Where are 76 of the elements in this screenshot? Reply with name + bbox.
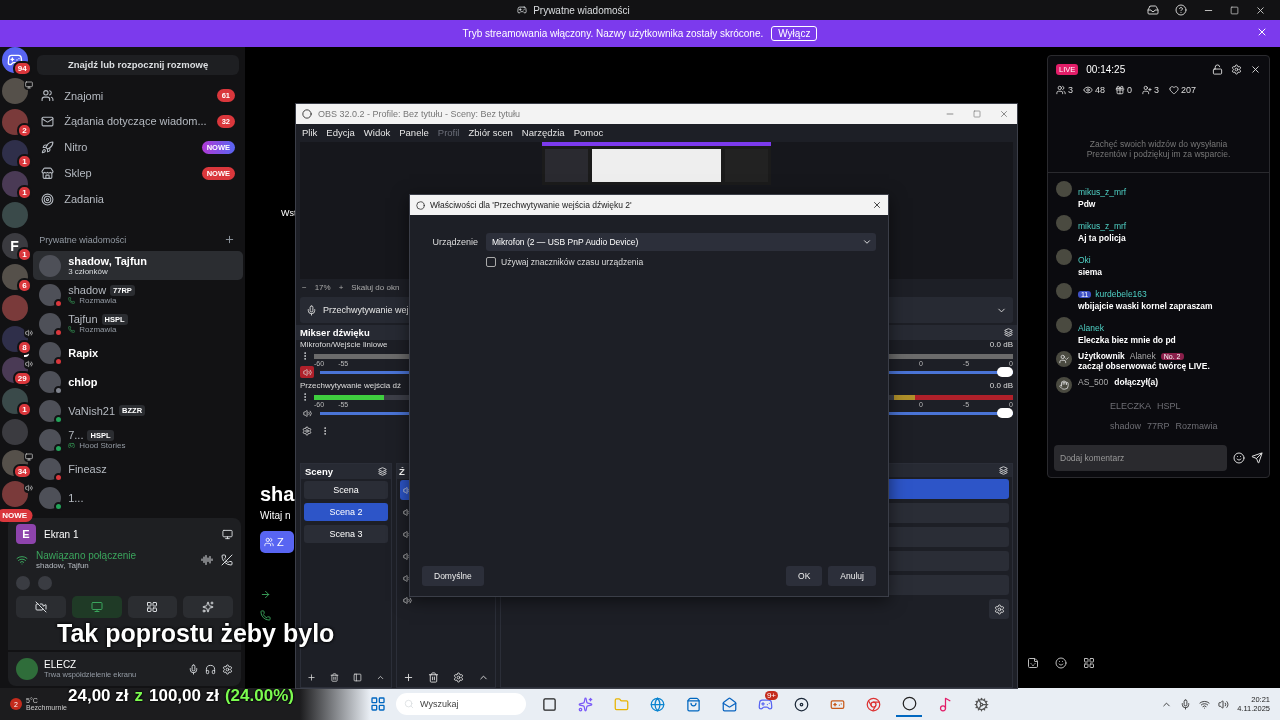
profile-name: sha — [260, 483, 295, 506]
goal-current: 24,00 zł — [68, 686, 129, 706]
db-reading: 0.0 dB — [989, 340, 1013, 349]
checkbox-label: Używaj znaczników czasu urządzenia — [501, 257, 644, 267]
panel-title: Sceny — [305, 466, 333, 477]
unread-count: 1 — [17, 154, 32, 169]
window-title: Prywatne wiadomości — [533, 4, 630, 16]
contact-status: Rozmawia — [79, 325, 117, 335]
contact-name: shadow, Tajfun — [68, 255, 148, 268]
dialog-title: Właściwości dla 'Przechwytywanie wejścia dźwięku 2' — [430, 200, 633, 210]
nav-label: Zadania — [64, 193, 105, 206]
contact-name: VaNish21 — [68, 404, 116, 417]
nav-label: Znajomi — [64, 89, 105, 102]
contact-name: Tajfun — [68, 313, 98, 326]
call-members: shadow, Tajfun — [36, 561, 90, 570]
contact-name: chlop — [68, 375, 98, 388]
stat-value: 3 — [1068, 85, 1073, 95]
unread-count: 1 — [17, 185, 32, 200]
unread-count: 2 — [17, 123, 32, 138]
stat-value: 0 — [1127, 85, 1133, 95]
goal-separator: z — [134, 686, 143, 706]
comment-text: wbijajcie waski kornel zapraszam — [1078, 301, 1213, 311]
zoom-level: 17% — [314, 282, 331, 292]
panel-title: Mikser dźwięku — [300, 327, 370, 338]
nav-label: Sklep — [64, 167, 93, 180]
contact-status: Rozmawia — [79, 296, 117, 306]
goal-target: 100,00 zł — [149, 686, 219, 706]
unread-count: 6 — [17, 278, 32, 293]
goal-percent: (24.00%) — [224, 686, 294, 706]
comment-text: Aj ta policja — [1078, 233, 1127, 243]
stream-caption: Tak poprostu żeby bylo — [57, 621, 335, 646]
join-text: dołączył(a) — [1114, 377, 1159, 387]
new-label: NOWE — [0, 509, 34, 522]
nav-label: Nitro — [64, 141, 89, 154]
faded-name: shadow — [1110, 421, 1142, 431]
welcome-text: Witaj n — [260, 510, 291, 521]
window-title: OBS 32.0.2 - Profile: Bez tytułu - Sceny: Bez tytułu — [318, 109, 522, 119]
stat-value: 3 — [1154, 85, 1160, 95]
contact-name: shadow — [68, 284, 107, 297]
contact-status: 3 członków — [68, 267, 108, 277]
nav-label: Żądania dotyczące wiadom... — [64, 115, 207, 128]
comment-text: siema — [1078, 267, 1103, 277]
connection-status: Nawiązano połączenie — [36, 550, 138, 561]
banner-text: Tryb streamowania włączony. Nazwy użytkownika zostały skrócone. — [462, 28, 764, 39]
stream-timer: 00:14:25 — [1086, 64, 1127, 75]
source-name: Przechwytywanie wej — [323, 305, 410, 315]
comment-text: Pdw — [1078, 199, 1097, 209]
stat-value: 207 — [1181, 85, 1197, 95]
section-heading: Prywatne wiadomości — [39, 234, 127, 245]
comment-text: Eleczka biez mnie do pd — [1078, 335, 1176, 345]
notification-badge: 9+ — [764, 691, 778, 700]
faded-tag: HSPL — [1157, 401, 1181, 411]
unread-count: 1 — [17, 402, 32, 417]
contact-status: Hood Stories — [79, 441, 126, 451]
stream-title: Ekran 1 — [44, 528, 80, 540]
field-label: Urządzenie — [431, 237, 478, 247]
unread-count: 8 — [17, 340, 32, 355]
username: ELECZ — [44, 659, 78, 670]
db-reading: 0.0 dB — [989, 381, 1013, 390]
panel-title: Ź — [399, 466, 405, 477]
follow-text: Użytkownik — [1078, 351, 1125, 361]
unread-count: 1 — [17, 247, 32, 262]
stream-thumbnail: E — [16, 524, 36, 544]
contact-name: 7... — [68, 429, 84, 442]
stat-value: 48 — [1095, 85, 1106, 95]
faded-name: ELECZKA — [1110, 401, 1151, 411]
follow-text: zaczął obserwować twórcę LIVE. — [1078, 361, 1210, 371]
device-value: Mikrofon (2 — USB PnP Audio Device) — [492, 237, 639, 247]
faded-tag: 77RP — [1147, 421, 1170, 431]
contact-name: 1... — [68, 491, 84, 504]
contact-name: Rapix — [68, 346, 99, 359]
faded-status: Rozmawia — [1175, 421, 1218, 431]
contact-name: Fineasz — [68, 462, 107, 475]
channel-name: Mikrofon/Wejście liniowe — [300, 340, 388, 349]
channel-name: Przechwytywanie wejścia dź — [300, 381, 401, 390]
info-text: Zachęć swoich widzów do wysyłania Prezentów i podziękuj im za wsparcie. — [1085, 139, 1232, 159]
